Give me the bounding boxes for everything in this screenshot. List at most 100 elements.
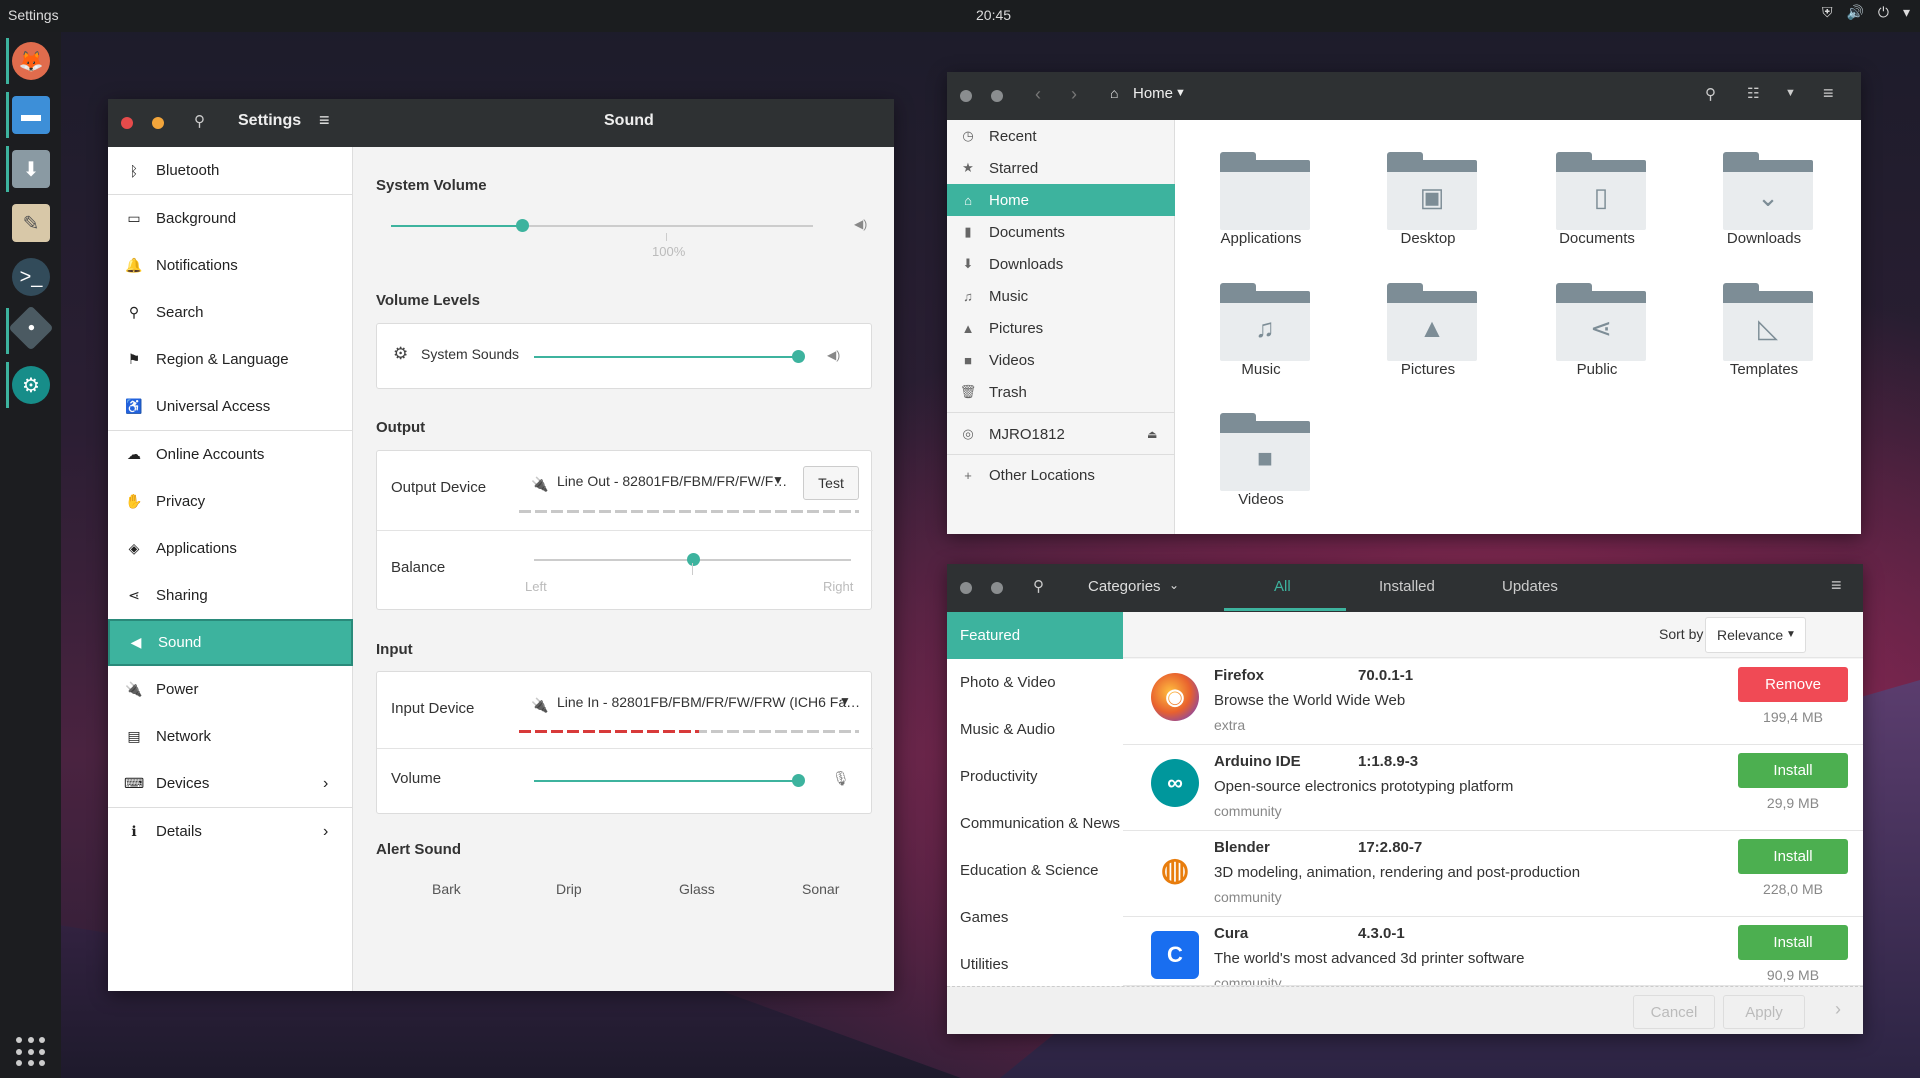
tab-installed[interactable]: Installed [1379,578,1435,595]
close-icon[interactable] [960,90,972,102]
category-utilities[interactable]: Utilities [947,941,1123,988]
app-row-firefox[interactable]: ◉ Firefox 70.0.1-1 Browse the World Wide… [1123,659,1863,745]
speaker-icon[interactable]: ◀) [827,348,840,362]
terminal-icon[interactable]: >_ [12,258,50,296]
input-volume-knob[interactable] [792,774,805,787]
menu-icon[interactable]: ≡ [319,110,330,131]
power-icon[interactable]: ⏻ [1878,4,1889,21]
alert-option-glass[interactable]: Glass [679,881,715,897]
sidebar-item-online-accounts[interactable]: ☁ Online Accounts [108,431,353,478]
input-device-select[interactable]: Line In - 82801FB/FBM/FR/FW/FRW (ICH6 Fa… [557,694,860,710]
sidebar-item-universal-access[interactable]: ♿ Universal Access [108,383,353,430]
app-row-cura[interactable]: C Cura 4.3.0-1 The world's most advanced… [1123,917,1863,986]
chevron-down-icon[interactable]: ▼ [772,473,784,487]
sidebar-item-other-locations[interactable]: + Other Locations [947,459,1175,491]
sidebar-item-starred[interactable]: ★ Starred [947,152,1175,184]
apply-button[interactable]: Apply [1723,995,1805,1029]
download-icon[interactable]: ⬇ [12,150,50,188]
install-button[interactable]: Install [1738,925,1848,960]
tab-updates[interactable]: Updates [1502,578,1558,595]
category-featured[interactable]: Featured [947,612,1123,659]
volume-icon[interactable]: 🔊 [1846,4,1863,21]
test-button[interactable]: Test [803,466,859,500]
app-grid-icon[interactable] [16,1037,46,1067]
app-row-blender[interactable]: ◍ Blender 17:2.80-7 3D modeling, animati… [1123,831,1863,917]
sidebar-item-sound[interactable]: ◀ Sound [108,619,353,666]
folder-desktop[interactable]: ▣ Desktop [1343,142,1513,272]
sidebar-item-documents[interactable]: ▮ Documents [947,216,1175,248]
sidebar-item-details[interactable]: ℹ Details › [108,808,353,855]
minimize-icon[interactable] [991,582,1003,594]
chevron-down-icon[interactable]: ▾ [1903,4,1910,21]
folder-music[interactable]: ♫ Music [1176,273,1346,403]
forward-icon[interactable]: › [1071,84,1077,105]
minimize-icon[interactable] [991,90,1003,102]
sidebar-item-recent[interactable]: ◷ Recent [947,120,1175,152]
clock[interactable]: 20:45 [976,7,1011,23]
sidebar-item-power[interactable]: 🔌 Power [108,666,353,713]
balance-knob[interactable] [687,553,700,566]
folder-videos[interactable]: ■ Videos [1176,403,1346,533]
sidebar-item-search[interactable]: ⚲ Search [108,289,353,336]
sidebar-item-pictures[interactable]: ▲ Pictures [947,312,1175,344]
install-button[interactable]: Install [1738,839,1848,874]
minimize-icon[interactable] [152,117,164,129]
location-button[interactable]: Home [1133,85,1173,102]
sidebar-item-network[interactable]: ▤ Network [108,713,353,760]
chevron-down-icon[interactable]: ⌄ [1169,578,1179,592]
sidebar-item-trash[interactable]: 🗑 Trash [947,376,1175,408]
system-tray[interactable]: ⛨ 🔊 ⏻ ▾ [1822,4,1910,21]
output-device-select[interactable]: Line Out - 82801FB/FBM/FR/FW/F… [557,473,787,489]
sidebar-item-videos[interactable]: ■ Videos [947,344,1175,376]
chevron-down-icon[interactable]: ▼ [1785,87,1796,99]
folder-templates[interactable]: ◺ Templates [1679,273,1849,403]
system-sounds-slider[interactable] [534,356,798,358]
system-sounds-knob[interactable] [792,350,805,363]
folder-icon[interactable]: ▬ [12,96,50,134]
category-games[interactable]: Games [947,894,1123,941]
category-music-audio[interactable]: Music & Audio [947,706,1123,753]
alert-option-bark[interactable]: Bark [432,881,461,897]
sort-select[interactable]: Relevance ▼ [1705,617,1806,653]
folder-applications[interactable]: Applications [1176,142,1346,272]
folder-public[interactable]: ⋖ Public [1512,273,1682,403]
back-icon[interactable]: ‹ [1035,84,1041,105]
menu-icon[interactable]: ≡ [1831,575,1842,596]
sidebar-item-downloads[interactable]: ⬇ Downloads [947,248,1175,280]
category-education[interactable]: Education & Science [947,847,1123,894]
sidebar-item-sharing[interactable]: ⋖ Sharing [108,572,353,619]
chevron-down-icon[interactable]: ▼ [839,694,851,708]
close-icon[interactable] [960,582,972,594]
system-volume-knob[interactable] [516,219,529,232]
cancel-button[interactable]: Cancel [1633,995,1715,1029]
categories-button[interactable]: Categories [1088,578,1161,595]
gitkraken-icon[interactable]: ⚙ [12,366,50,404]
app-icon[interactable]: • [8,305,54,351]
alert-option-sonar[interactable]: Sonar [802,881,839,897]
input-volume-slider[interactable] [534,780,798,782]
app-row-arduino[interactable]: ∞ Arduino IDE 1:1.8.9-3 Open-source elec… [1123,745,1863,831]
close-icon[interactable] [121,117,133,129]
remove-button[interactable]: Remove [1738,667,1848,702]
active-app-title[interactable]: Settings [8,7,59,23]
sidebar-item-privacy[interactable]: ✋ Privacy [108,478,353,525]
search-icon[interactable]: ⚲ [194,112,205,130]
folder-documents[interactable]: ▯ Documents [1512,142,1682,272]
category-productivity[interactable]: Productivity [947,753,1123,800]
category-communication[interactable]: Communication & News [947,800,1123,847]
menu-icon[interactable]: ≡ [1823,83,1834,104]
folder-pictures[interactable]: ▲ Pictures [1343,273,1513,403]
fox-app-icon[interactable]: 🦊 [12,42,50,80]
folder-downloads[interactable]: ⌄ Downloads [1679,142,1849,272]
sidebar-item-device[interactable]: ◎ MJRO1812 ⏏ [947,418,1175,450]
sidebar-item-bluetooth[interactable]: ᛒ Bluetooth [108,147,353,194]
shield-icon[interactable]: ⛨ [1822,4,1833,21]
tab-all[interactable]: All [1274,578,1291,595]
search-icon[interactable]: ⚲ [1033,577,1044,595]
sidebar-item-music[interactable]: ♫ Music [947,280,1175,312]
chevron-down-icon[interactable]: ▼ [1175,87,1186,99]
sidebar-item-applications[interactable]: ◈ Applications [108,525,353,572]
install-button[interactable]: Install [1738,753,1848,788]
alert-option-drip[interactable]: Drip [556,881,582,897]
category-photo-video[interactable]: Photo & Video [947,659,1123,706]
